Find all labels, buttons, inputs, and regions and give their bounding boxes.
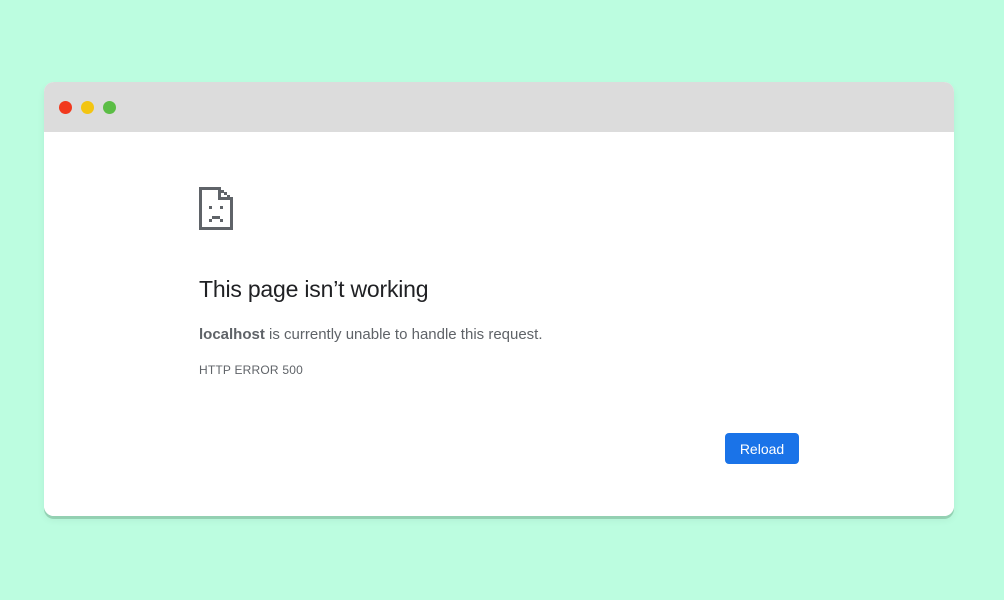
reload-button[interactable]: Reload [725,433,799,464]
error-code: HTTP ERROR 500 [199,363,303,377]
page-title: This page isn’t working [199,276,429,302]
error-host: localhost [199,326,265,343]
close-window-button[interactable] [59,101,72,114]
error-page-content: This page isn’t working localhost is cur… [44,132,954,516]
error-message: localhost is currently unable to handle … [199,326,543,343]
zoom-window-button[interactable] [103,101,116,114]
minimize-window-button[interactable] [81,101,94,114]
window-titlebar [44,82,954,132]
error-message-text: is currently unable to handle this reque… [264,326,543,343]
sad-document-icon [199,187,233,230]
browser-window: This page isn’t working localhost is cur… [44,82,954,516]
